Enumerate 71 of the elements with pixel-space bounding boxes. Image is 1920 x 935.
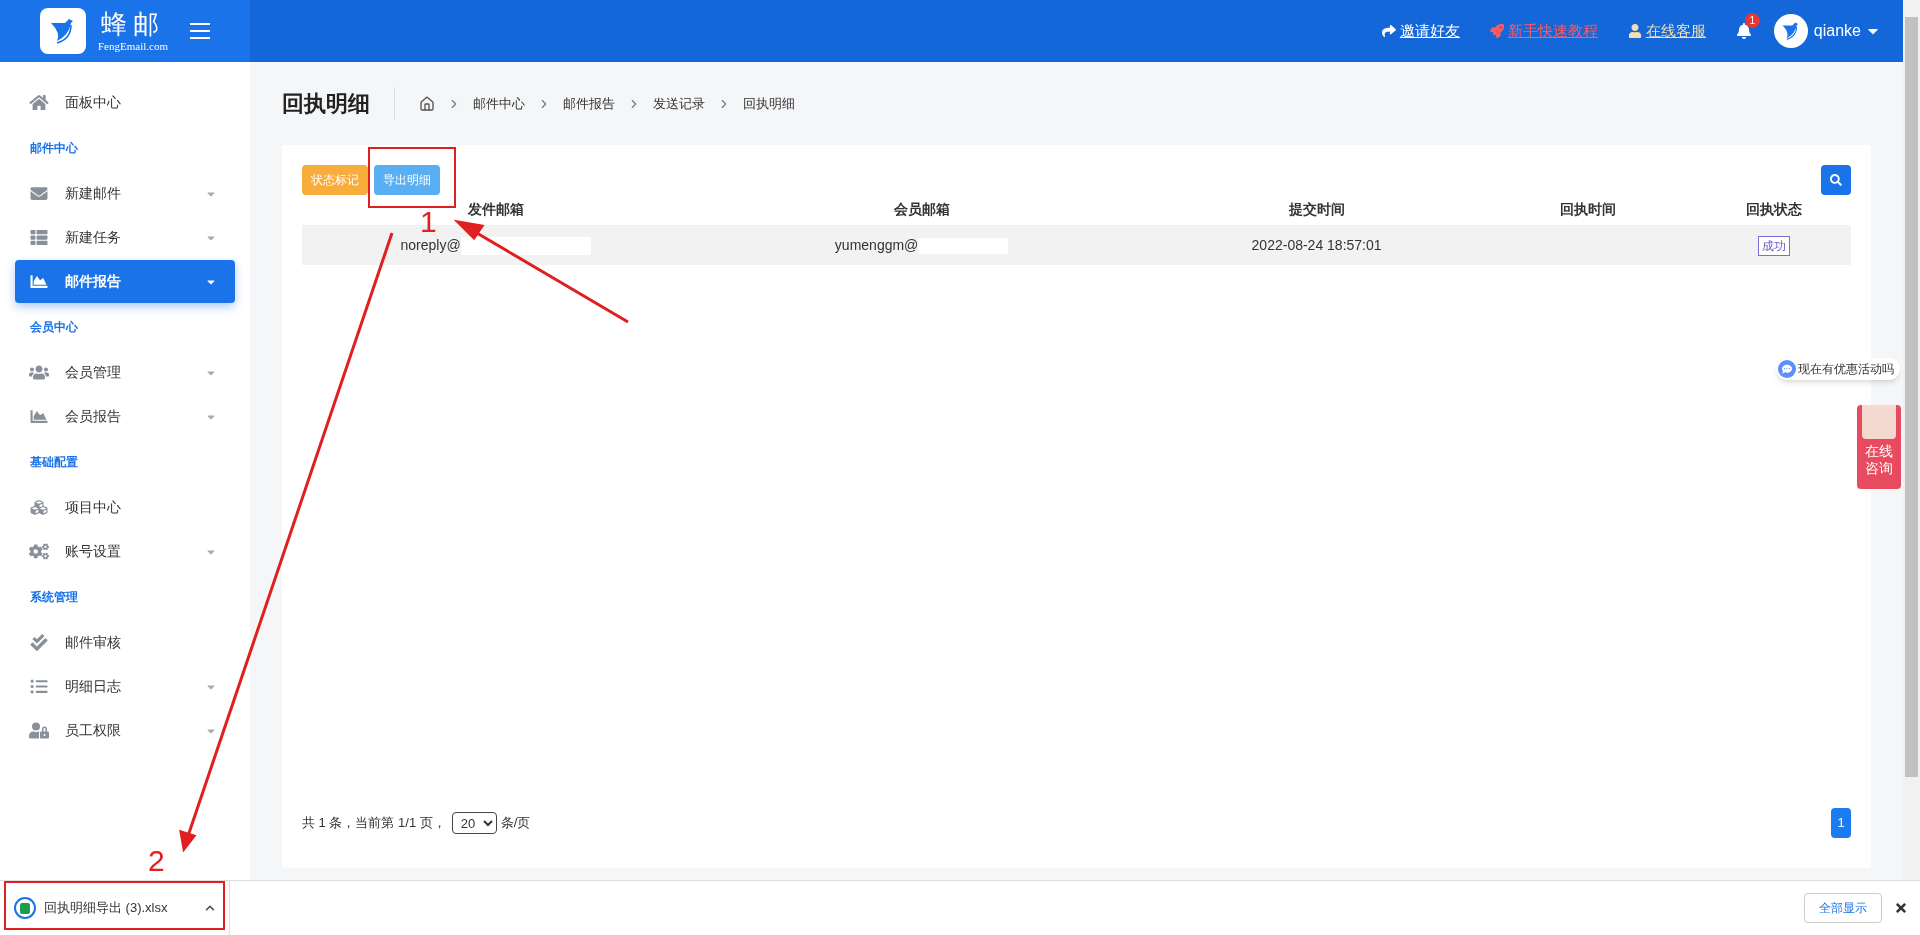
sidebar-section-title: 基础配置 <box>29 454 79 471</box>
sidebar-item[interactable]: 项目中心 <box>15 486 235 529</box>
sidebar-icon <box>29 499 49 516</box>
table-cell: noreply@ <box>400 236 461 253</box>
logo-domain: FengEmail.com <box>98 40 168 52</box>
page-button[interactable]: 1 <box>1831 808 1851 838</box>
sidebar-section-title: 邮件中心 <box>29 140 79 157</box>
notification-badge: 1 <box>1744 13 1760 28</box>
sidebar-section-title: 会员中心 <box>29 319 79 336</box>
sidebar-icon <box>29 543 49 560</box>
sidebar-item[interactable]: 明细日志 <box>15 665 235 708</box>
sidebar-icon <box>29 273 49 290</box>
bell-icon[interactable] <box>1735 23 1752 39</box>
status-badge: 成功 <box>1757 235 1790 256</box>
pagination-summary: 共 1 条，当前第 1/1 页， <box>302 814 446 833</box>
photo-placeholder <box>1862 405 1896 439</box>
column-header: 会员邮箱 <box>893 200 950 217</box>
page-title: 回执明细 <box>282 87 395 120</box>
download-filename: 回执明细导出 (3).xlsx <box>44 899 169 918</box>
table-cell: yumenggm@ <box>834 236 919 253</box>
link-icon <box>1381 24 1396 38</box>
sidebar-item[interactable]: 邮件报告 <box>15 260 235 303</box>
column-header: 回执状态 <box>1745 200 1802 217</box>
close-icon[interactable] <box>1894 901 1908 915</box>
sidebar-icon <box>29 229 49 246</box>
sidebar-item[interactable]: 会员报告 <box>15 395 235 438</box>
sidebar-icon <box>29 364 49 381</box>
table-cell: 2022-08-24 18:57:01 <box>1251 236 1382 253</box>
chat-icon <box>1778 360 1796 378</box>
sidebar-item[interactable]: 会员管理 <box>15 351 235 394</box>
breadcrumb-item[interactable]: 回执明细 <box>743 93 795 114</box>
sidebar-icon <box>29 408 49 425</box>
column-header: 提交时间 <box>1288 200 1345 217</box>
sidebar-icon <box>29 678 49 695</box>
user-name[interactable]: qianke <box>1813 19 1861 43</box>
link-icon <box>1627 24 1642 38</box>
spreadsheet-file-icon <box>14 897 36 919</box>
download-item[interactable]: 回执明细导出 (3).xlsx <box>0 881 230 935</box>
search-icon <box>1830 174 1842 186</box>
chevron-up-icon[interactable] <box>205 903 215 913</box>
sidebar-section-title: 系统管理 <box>29 589 79 606</box>
page-size-select[interactable]: 20 <box>451 812 497 834</box>
sidebar-item[interactable]: 面板中心 <box>15 81 235 124</box>
sidebar-item[interactable]: 新建任务 <box>15 216 235 259</box>
home-icon[interactable] <box>419 95 435 112</box>
header-link[interactable]: 在线客服 <box>1627 19 1706 43</box>
page-size-unit: 条/页 <box>500 814 531 833</box>
show-all-button[interactable]: 全部显示 <box>1804 893 1882 923</box>
sidebar-item[interactable]: 员工权限 <box>15 709 235 752</box>
breadcrumb-item[interactable]: 邮件中心 <box>473 93 525 114</box>
column-header: 回执时间 <box>1559 200 1616 217</box>
sidebar-item[interactable]: 账号设置 <box>15 530 235 573</box>
sidebar-icon <box>29 634 49 651</box>
sidebar-icon <box>29 94 49 111</box>
link-icon <box>1489 24 1504 38</box>
search-button[interactable] <box>1821 165 1851 195</box>
sidebar-item[interactable]: 邮件审核 <box>15 621 235 664</box>
consult-button[interactable]: 在线咨询 <box>1857 405 1901 489</box>
menu-toggle-icon[interactable] <box>189 23 210 39</box>
annotation-number: 1 <box>420 207 437 237</box>
sidebar-icon <box>29 722 49 739</box>
sidebar-item[interactable]: 新建邮件 <box>15 172 235 215</box>
header-link[interactable]: 邀请好友 <box>1381 19 1460 43</box>
user-avatar[interactable] <box>1773 14 1808 48</box>
annotation-number: 2 <box>148 846 165 876</box>
chat-bubble[interactable]: 现在有优惠活动吗 <box>1776 358 1900 380</box>
logo-name: 蜂邮 <box>101 10 165 37</box>
breadcrumb-item[interactable]: 邮件报告 <box>563 93 615 114</box>
breadcrumb-item[interactable]: 发送记录 <box>653 93 705 114</box>
column-header: 发件邮箱 <box>467 200 524 217</box>
sidebar-icon <box>29 185 49 202</box>
